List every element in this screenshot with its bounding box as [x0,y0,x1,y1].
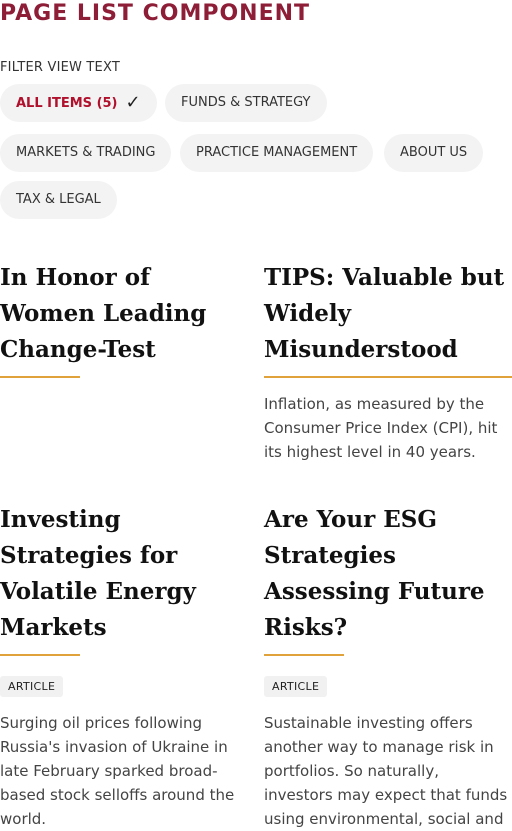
card-title[interactable]: TIPS: Valuable but Widely Misunderstood [264,260,512,368]
filter-chip-about-us[interactable]: ABOUT US [384,134,484,172]
card-title-rule [0,376,80,378]
page-title: PAGE LIST COMPONENT [0,1,311,26]
card-excerpt: Surging oil prices following Russia's in… [0,714,235,828]
card-title-rule [0,654,80,656]
filter-chip-tax-legal[interactable]: TAX & LEGAL [0,181,117,219]
filter-chip-markets-trading[interactable]: MARKETS & TRADING [0,134,172,172]
card-title-rule [264,654,344,656]
chip-label: ALL ITEMS (5) [16,96,118,111]
chip-label: ABOUT US [400,145,468,160]
chip-label: TAX & LEGAL [16,192,101,207]
card-title[interactable]: Investing Strategies for Volatile Energy… [0,502,246,646]
card-title-rule [264,376,512,378]
filter-chip-practice-management[interactable]: PRACTICE MANAGEMENT [180,134,374,172]
chip-label: PRACTICE MANAGEMENT [196,145,358,160]
filter-label: FILTER VIEW TEXT [0,60,120,75]
card-title[interactable]: In Honor of Women Leading Change-Test [0,260,246,368]
page-card[interactable]: In Honor of Women Leading Change-Test [0,260,246,378]
card-excerpt: Sustainable investing offers another way… [264,714,508,828]
card-excerpt: Inflation, as measured by the Consumer P… [264,395,498,461]
page-card[interactable]: Are Your ESG Strategies Assessing Future… [264,502,512,831]
checkmark-icon: ✓ [125,92,141,113]
filter-chip-funds-strategy[interactable]: FUNDS & STRATEGY [165,84,327,122]
page-card[interactable]: TIPS: Valuable but Widely Misunderstood … [264,260,512,464]
chip-label: FUNDS & STRATEGY [181,95,311,110]
filter-chip-all-items[interactable]: ALL ITEMS (5) ✓ [0,84,157,122]
card-type-badge: ARTICLE [0,676,64,697]
page-card[interactable]: Investing Strategies for Volatile Energy… [0,502,246,831]
card-type-badge: ARTICLE [264,676,328,697]
chip-label: MARKETS & TRADING [16,145,156,160]
card-title[interactable]: Are Your ESG Strategies Assessing Future… [264,502,512,646]
